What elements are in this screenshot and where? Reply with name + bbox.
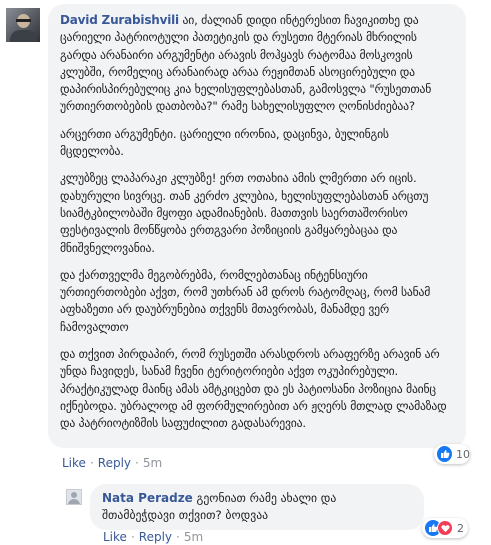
comment-author[interactable]: David Zurabishvili — [60, 13, 179, 27]
comment-actions: Like · Reply · 5m — [62, 456, 162, 470]
heart-icon — [437, 520, 453, 536]
reply-reaction-summary[interactable]: 2 — [422, 518, 468, 538]
reply-author-avatar[interactable] — [66, 489, 82, 505]
comment-timestamp[interactable]: 5m — [143, 456, 162, 470]
reply-actions: Like · Reply · 5m — [103, 530, 203, 544]
reaction-count: 10 — [456, 447, 470, 461]
like-link[interactable]: Like — [62, 456, 86, 470]
separator-dot: · — [176, 530, 180, 544]
reply-author[interactable]: Nata Peradze — [102, 491, 193, 505]
comment-text: აი, ძალიან დიდი ინტერესით ჩავიკითხე და ც… — [60, 13, 432, 114]
separator-dot: · — [135, 456, 139, 470]
reply-bubble: Nata Peradze გეონიათ რამე ახალი და შთამბ… — [90, 484, 424, 530]
like-link[interactable]: Like — [103, 530, 127, 544]
author-avatar[interactable] — [6, 8, 40, 42]
reply-link[interactable]: Reply — [139, 530, 172, 544]
reply-link[interactable]: Reply — [98, 456, 131, 470]
separator-dot: · — [89, 456, 94, 470]
comment-paragraph: არცერთი არგუმენტი. ცარიელი ირონია, დაცინ… — [60, 126, 389, 159]
reply-timestamp[interactable]: 5m — [184, 530, 203, 544]
reaction-count: 2 — [457, 521, 464, 535]
separator-dot: · — [130, 530, 135, 544]
reaction-summary[interactable]: 10 — [434, 444, 470, 464]
comment-paragraph: და ქართველმა მეგობრებმა, რომლებთანაც ინტ… — [60, 267, 431, 334]
thumbs-up-icon — [437, 446, 452, 462]
comment-paragraph: და თქვით პირდაპირ, რომ რუსეთში არასდროს … — [60, 347, 447, 431]
comment-bubble: David Zurabishvili აი, ძალიან დიდი ინტერ… — [48, 4, 466, 448]
comment-paragraph: კლუბზეც ლაპარაკი კლუბზე! ერთ ოთახია ამის… — [60, 171, 429, 255]
